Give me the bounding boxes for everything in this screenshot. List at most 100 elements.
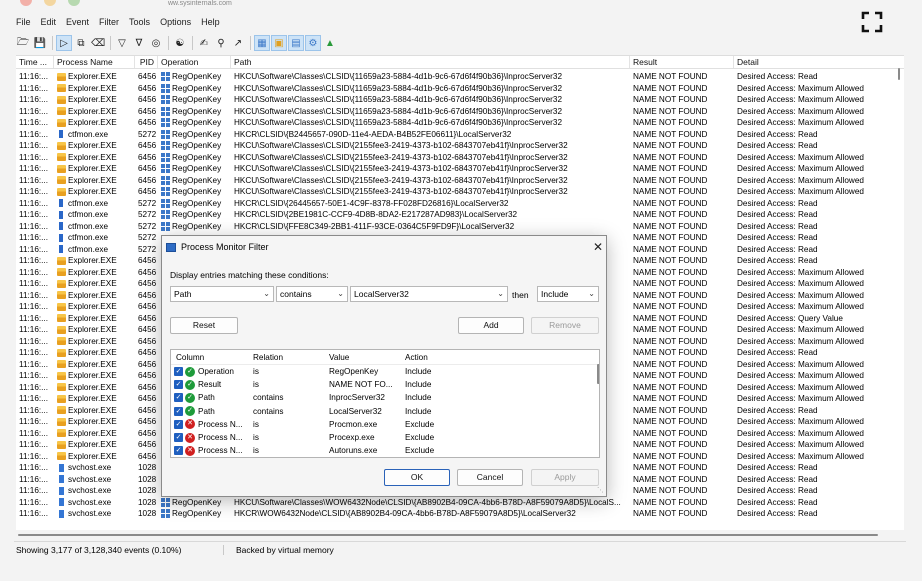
capture-icon[interactable]: ▷ (56, 35, 72, 51)
menu-tools[interactable]: Tools (129, 17, 150, 27)
table-row[interactable]: 11:16:... Explorer.EXE 6456 RegOpenKey HKCU\… (16, 186, 904, 198)
menu-edit[interactable]: Edit (41, 17, 57, 27)
checkbox-checked-icon[interactable]: ✓ (174, 380, 183, 390)
resize-grip-icon[interactable]: ⋱ (597, 486, 604, 494)
filter-row[interactable]: ✓ ✕ Process N... is Procmon.exe Exclude (171, 418, 599, 431)
filter-header-relation[interactable]: Relation (248, 350, 324, 364)
chevron-down-icon: ⌄ (263, 289, 270, 298)
highlight-icon[interactable]: ∇ (132, 36, 146, 50)
apply-button[interactable]: Apply (531, 469, 599, 486)
fullscreen-icon[interactable] (860, 10, 884, 34)
open-icon[interactable]: 🗁 (16, 36, 30, 50)
add-button[interactable]: Add (458, 317, 524, 334)
vertical-scrollbar[interactable] (896, 66, 902, 526)
filter-header-value[interactable]: Value (324, 350, 400, 364)
filter-row[interactable]: ✓ ✕ Process N... is Autoruns.exe Exclude (171, 444, 599, 457)
table-row[interactable]: 11:16:... Explorer.EXE 6456 RegOpenKey HKCU\… (16, 106, 904, 118)
close-icon[interactable]: ✕ (591, 240, 605, 254)
value-combobox[interactable]: LocalServer32 ⌄ (350, 286, 508, 302)
event-detail: Desired Access: Read (737, 509, 818, 518)
filter-action-cell: Exclude (405, 419, 435, 429)
table-row[interactable]: 11:16:... Explorer.EXE 6456 RegOpenKey HKCU\… (16, 71, 904, 83)
checkbox-checked-icon[interactable]: ✓ (174, 406, 183, 416)
column-header-path[interactable]: Path (231, 56, 630, 68)
table-row[interactable]: 11:16:... ctfmon.exe 5272 RegOpenKey HKCR\CL… (16, 209, 904, 221)
menu-file[interactable]: File (16, 17, 31, 27)
filter-row[interactable]: ✓ ✓ Result is NAME NOT FO... Include (171, 378, 599, 391)
menu-event[interactable]: Event (66, 17, 89, 27)
file-activity-icon[interactable]: ▣ (271, 35, 287, 51)
column-header-detail[interactable]: Detail (734, 56, 904, 68)
horizontal-scroll-thumb[interactable] (18, 534, 878, 536)
table-row[interactable]: 11:16:... ctfmon.exe 5272 RegOpenKey HKCR\CL… (16, 221, 904, 233)
autoscroll-icon[interactable]: ⧉ (74, 36, 88, 50)
checkbox-checked-icon[interactable]: ✓ (174, 393, 183, 403)
menu-help[interactable]: Help (201, 17, 220, 27)
menu-filter[interactable]: Filter (99, 17, 119, 27)
clear-icon[interactable]: ⌫ (91, 36, 105, 50)
window-close-dot[interactable] (20, 0, 32, 6)
event-path: HKCR\WOW6432Node\CLSID\{AB8902B4-09CA-4b… (234, 509, 576, 518)
ctfmon-process-icon (59, 210, 63, 219)
find-icon[interactable]: ⚲ (214, 36, 228, 50)
table-row[interactable]: 11:16:... ctfmon.exe 5272 RegOpenKey HKCR\CL… (16, 198, 904, 210)
window-zoom-dot[interactable] (68, 0, 80, 6)
relation-select[interactable]: contains ⌄ (276, 286, 348, 302)
filter-header-action[interactable]: Action (400, 350, 460, 364)
event-process: svchost.exe (54, 497, 135, 509)
horizontal-scrollbar[interactable] (16, 532, 904, 538)
process-tree-icon[interactable]: ☯ (173, 36, 187, 50)
table-row[interactable]: 11:16:... Explorer.EXE 6456 RegOpenKey HKCU\… (16, 140, 904, 152)
column-select[interactable]: Path ⌄ (170, 286, 274, 302)
network-activity-icon[interactable]: ▤ (288, 35, 304, 51)
column-header-process[interactable]: Process Name (54, 56, 135, 68)
save-icon[interactable]: 💾 (33, 36, 47, 50)
window-minimize-dot[interactable] (44, 0, 56, 6)
column-header-result[interactable]: Result (630, 56, 734, 68)
event-time: 11:16:... (19, 290, 48, 300)
cancel-button[interactable]: Cancel (457, 469, 523, 486)
filter-header-column[interactable]: Column (171, 350, 248, 364)
table-row[interactable]: 11:16:... Explorer.EXE 6456 RegOpenKey HKCU\… (16, 163, 904, 175)
menu-options[interactable]: Options (160, 17, 191, 27)
filter-row[interactable]: ✓ ✓ Path contains InprocServer32 Include (171, 391, 599, 404)
filter-list-scroll-thumb[interactable] (597, 364, 599, 384)
explorer-process-icon (57, 406, 66, 415)
table-row[interactable]: 11:16:... svchost.exe 1028 RegOpenKey HKCU\S… (16, 497, 904, 509)
filter-row[interactable]: ✓ ✓ Path contains LocalServer32 Include (171, 405, 599, 418)
properties-icon[interactable]: ✍ (197, 36, 211, 50)
table-row[interactable]: 11:16:... Explorer.EXE 6456 RegOpenKey HKCU\… (16, 152, 904, 164)
jump-icon[interactable]: ↗ (231, 36, 245, 50)
table-row[interactable]: 11:16:... svchost.exe 1028 RegOpenKey HKCR\W… (16, 508, 904, 520)
filter-action-cell: Include (405, 393, 432, 403)
process-name-text: Explorer.EXE (68, 83, 117, 93)
explorer-process-icon (57, 84, 66, 93)
table-row[interactable]: 11:16:... Explorer.EXE 6456 RegOpenKey HKCU\… (16, 94, 904, 106)
column-header-pid[interactable]: PID (135, 56, 158, 68)
checkbox-checked-icon[interactable]: ✓ (174, 419, 183, 429)
checkbox-checked-icon[interactable]: ✓ (174, 367, 183, 377)
ok-button[interactable]: OK (384, 469, 450, 486)
reset-button[interactable]: Reset (170, 317, 238, 334)
filter-row[interactable]: ✓ ✕ Process N... is Procexp.exe Exclude (171, 431, 599, 444)
registry-activity-icon[interactable]: ▦ (254, 35, 270, 51)
event-operation: RegOpenKey (158, 71, 231, 83)
table-row[interactable]: 11:16:... ctfmon.exe 5272 RegOpenKey HKCR\CL… (16, 129, 904, 141)
process-name-text: Explorer.EXE (68, 290, 117, 300)
vertical-scroll-thumb[interactable] (898, 68, 900, 80)
column-header-time[interactable]: Time ... (16, 56, 54, 68)
action-select[interactable]: Include ⌄ (537, 286, 599, 302)
remove-button[interactable]: Remove (531, 317, 599, 334)
checkbox-checked-icon[interactable]: ✓ (174, 433, 183, 443)
table-row[interactable]: 11:16:... Explorer.EXE 6456 RegOpenKey HKCU\… (16, 175, 904, 187)
profiling-icon[interactable]: ▲ (323, 36, 337, 50)
include-process-icon[interactable]: ◎ (149, 36, 163, 50)
table-row[interactable]: 11:16:... Explorer.EXE 6456 RegOpenKey HKCU\… (16, 83, 904, 95)
filter-icon[interactable]: ▽ (115, 36, 129, 50)
filter-row[interactable]: ✓ ✓ Operation is RegOpenKey Include (171, 365, 599, 378)
column-header-operation[interactable]: Operation (158, 56, 231, 68)
checkbox-checked-icon[interactable]: ✓ (174, 446, 183, 456)
process-activity-icon[interactable]: ⚙ (305, 35, 321, 51)
filter-column-text: Process N... (198, 446, 243, 456)
table-row[interactable]: 11:16:... Explorer.EXE 6456 RegOpenKey HKCU\… (16, 117, 904, 129)
